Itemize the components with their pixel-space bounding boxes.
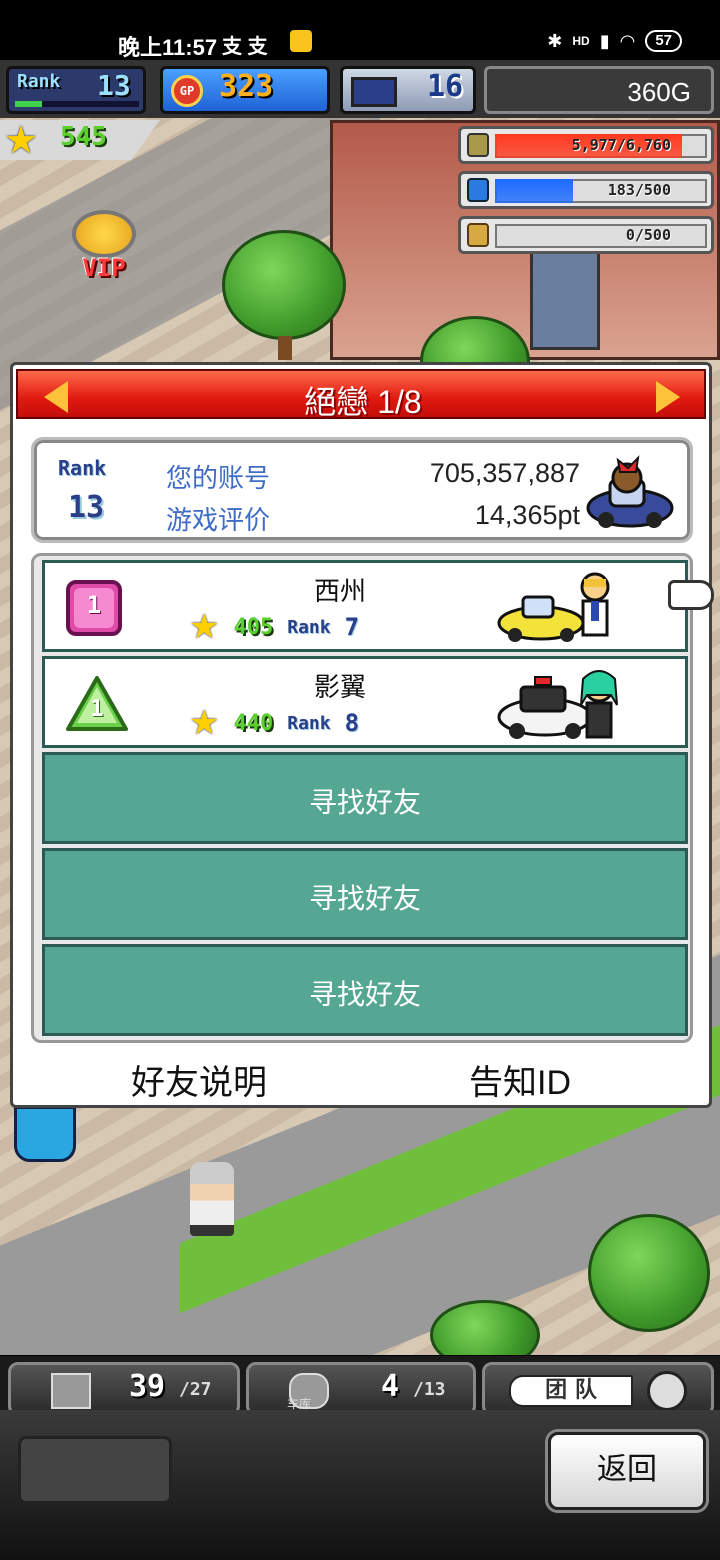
signal-bars-icon: ▮ — [599, 30, 610, 51]
friend-star-score: 405 — [233, 614, 274, 640]
computer-box[interactable]: 16 — [340, 66, 476, 114]
tree — [588, 1214, 710, 1332]
vip-label: VIP — [82, 254, 126, 282]
money-box[interactable]: 360G — [484, 66, 714, 114]
top-hud: Rank 13 GP 323 16 360G — [0, 60, 720, 118]
friend-star-score: 440 — [233, 710, 274, 736]
account-value: 705,357,887 — [429, 458, 580, 488]
dialog-title-bar: 絕戀 1/8 — [16, 369, 706, 420]
friend-row[interactable]: 1 西州 ★ 405 Rank 7 — [42, 560, 688, 652]
computer-count: 16 — [427, 69, 464, 104]
friend-list: 1 西州 ★ 405 Rank 7 1 影翼 ★ 440 Rank 8 寻找好友… — [31, 553, 693, 1043]
wheat-icon — [467, 223, 489, 247]
team-member-avatar — [647, 1371, 687, 1411]
fuel-can-icon — [467, 178, 489, 202]
friend-rank-label: Rank — [287, 616, 331, 638]
find-friend-label: 寻找好友 — [308, 883, 421, 914]
friend-rank-value: 7 — [344, 613, 360, 641]
garage-total: /13 — [413, 1379, 446, 1400]
friend-stats: ★ 440 Rank 8 — [189, 703, 359, 743]
bottom-panel: 返回 — [0, 1410, 720, 1560]
rating-value: 14,365pt — [474, 500, 580, 530]
resource-text: 0/500 — [625, 226, 671, 244]
back-button[interactable]: 返回 — [548, 1432, 706, 1510]
tab-garage[interactable]: 车库 4 /13 — [246, 1362, 476, 1416]
computer-icon — [351, 77, 397, 107]
coin-stack-icon — [467, 133, 489, 157]
inventory-count: 39 — [129, 1369, 166, 1404]
find-friend-button[interactable]: 寻找好友 — [42, 848, 688, 940]
star-icon: ★ — [189, 607, 220, 647]
crown-icon — [72, 210, 136, 258]
clock: 晚上11:57 — [118, 35, 218, 60]
dialog-title: 絕戀 1/8 — [304, 384, 422, 420]
find-friend-button[interactable]: 寻找好友 — [42, 944, 688, 1036]
tab-inventory[interactable]: 39 /27 — [8, 1362, 240, 1416]
next-arrow-icon[interactable] — [656, 381, 680, 413]
tab-team[interactable]: 团 队 — [482, 1362, 714, 1416]
my-account-card: Rank 13 您的账号 705,357,887 游戏评价 14,365pt — [31, 437, 693, 543]
friend-rank-value: 8 — [344, 709, 360, 737]
resource-text: 5,977/6,760 — [571, 136, 671, 154]
find-friend-label: 寻找好友 — [308, 979, 421, 1010]
trash-can — [14, 1106, 76, 1162]
account-label: 您的账号 — [166, 463, 271, 493]
friend-stats: ★ 405 Rank 7 — [189, 607, 359, 647]
my-car-avatar — [584, 450, 676, 534]
tree — [222, 230, 346, 340]
empty-slot[interactable] — [18, 1436, 172, 1504]
status-bar: 晚上11:57 支 支 ✱ HD ▮ ◠ 57 — [0, 0, 720, 60]
resource-bar-fuel: 183/500 — [458, 171, 714, 209]
signal-icon: HD — [572, 34, 590, 48]
my-rank-value: 13 — [68, 490, 105, 525]
star-icon: ★ — [189, 703, 220, 743]
friend-help-button[interactable]: 好友说明 — [131, 1055, 267, 1104]
friend-avatar-yellow-car — [495, 569, 625, 647]
bluetooth-icon: ✱ — [547, 30, 563, 51]
notify-id-button[interactable]: 告知ID — [469, 1055, 571, 1104]
gp-value: 323 — [219, 69, 274, 104]
friend-avatar-police-car — [495, 665, 625, 743]
star-score-value: 545 — [60, 122, 107, 152]
resource-bar-coins: 5,977/6,760 — [458, 126, 714, 164]
resource-bar-wheat: 0/500 — [458, 216, 714, 254]
find-friend-label: 寻找好友 — [308, 787, 421, 818]
notification-icons: 支 支 — [222, 36, 268, 58]
pedestrian-character — [190, 1162, 234, 1236]
resource-fill — [495, 179, 573, 203]
inventory-total: /27 — [179, 1379, 212, 1400]
crate-icon — [51, 1373, 91, 1409]
rank-label: Rank — [17, 71, 61, 92]
resource-track — [495, 224, 707, 248]
battery-indicator: 57 — [645, 30, 682, 52]
rank-value: 13 — [97, 69, 131, 102]
team-label: 团 队 — [509, 1375, 633, 1407]
tree-trunk — [278, 336, 292, 360]
resource-text: 183/500 — [607, 181, 671, 199]
gp-coin-icon: GP — [171, 75, 203, 107]
wifi-icon: ◠ — [619, 30, 636, 51]
vip-badge[interactable]: VIP — [62, 210, 146, 282]
friend-rank-label: Rank — [287, 712, 331, 734]
rank-progress-fill — [15, 101, 42, 107]
gp-box[interactable]: GP 323 — [160, 66, 330, 114]
friend-row[interactable]: 1 影翼 ★ 440 Rank 8 — [42, 656, 688, 748]
app-notification-icon — [290, 30, 312, 52]
rating-label: 游戏评价 — [166, 505, 271, 535]
my-rank-label: Rank — [58, 456, 107, 480]
money-value: 360G — [627, 77, 691, 107]
star-icon: ★ — [4, 118, 39, 162]
status-right: ✱ HD ▮ ◠ 57 — [547, 30, 682, 52]
find-friend-button[interactable]: 寻找好友 — [42, 752, 688, 844]
friends-dialog: 絕戀 1/8 Rank 13 您的账号 705,357,887 游戏评价 14,… — [10, 362, 712, 1108]
rank-box[interactable]: Rank 13 — [6, 66, 146, 114]
pointer-hand-icon — [668, 580, 714, 610]
garage-count: 4 — [381, 1369, 400, 1404]
